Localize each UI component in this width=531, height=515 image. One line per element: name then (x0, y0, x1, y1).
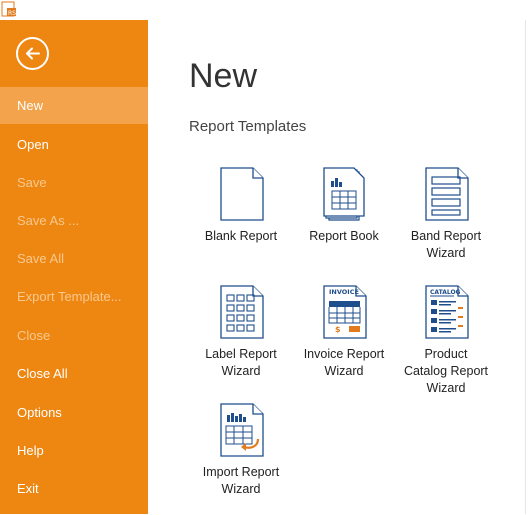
svg-text:RS: RS (8, 10, 16, 17)
page-title: New (189, 57, 258, 95)
title-bar: RS (0, 0, 531, 20)
menu-item-save: Save (17, 175, 47, 190)
label-report-icon (220, 285, 264, 339)
template-import-report-wizard[interactable]: Import Report Wizard (189, 403, 293, 515)
band-report-icon (425, 167, 469, 221)
template-blank-report[interactable]: Blank Report (189, 167, 293, 279)
blank-report-icon (220, 167, 264, 221)
template-label: Import Report Wizard (202, 465, 280, 496)
template-invoice-report-wizard[interactable]: INVOICE $ Invoice Report Wizard (292, 285, 396, 397)
menu-item-save-all: Save All (17, 251, 64, 266)
import-report-icon (220, 403, 264, 457)
template-label: Report Book (309, 229, 379, 243)
template-label: Label Report Wizard (205, 347, 277, 378)
invoice-icon-text: INVOICE (329, 288, 359, 296)
menu-item-close: Close (17, 328, 51, 343)
sidebar: New Open Save Save As ... Save All Expor… (0, 20, 148, 514)
menu-item-new[interactable]: New (0, 87, 148, 124)
menu-item-exit[interactable]: Exit (0, 470, 148, 507)
menu-item-options[interactable]: Options (0, 394, 148, 431)
main-panel: New Report Templates Blank Report Report… (148, 20, 525, 514)
template-product-catalog-report-wizard[interactable]: CATALOG Product Catalog Report Wizard (394, 285, 498, 397)
svg-text:$: $ (335, 325, 341, 334)
back-button[interactable] (16, 37, 49, 70)
menu-item-save-as: Save As ... (17, 213, 80, 228)
template-label: Band Report Wizard (410, 229, 482, 260)
catalog-icon-text: CATALOG (430, 289, 461, 296)
app-icon: RS (1, 1, 16, 17)
window-edge (525, 20, 531, 514)
template-label: Invoice Report Wizard (303, 347, 385, 378)
menu-item-help[interactable]: Help (0, 432, 148, 469)
template-label: Blank Report (204, 229, 278, 243)
template-label: Product Catalog Report Wizard (403, 347, 489, 395)
report-book-icon (323, 167, 365, 221)
menu-item-export-template: Export Template... (17, 289, 122, 304)
template-band-report-wizard[interactable]: Band Report Wizard (394, 167, 498, 279)
template-report-book[interactable]: Report Book (292, 167, 396, 279)
menu-item-close-all[interactable]: Close All (0, 355, 148, 392)
section-title: Report Templates (189, 118, 307, 135)
template-label-report-wizard[interactable]: Label Report Wizard (189, 285, 293, 397)
catalog-report-icon: CATALOG (425, 285, 469, 339)
menu-item-open[interactable]: Open (0, 126, 148, 163)
invoice-report-icon: INVOICE $ (323, 285, 367, 339)
back-arrow-icon (26, 47, 40, 60)
